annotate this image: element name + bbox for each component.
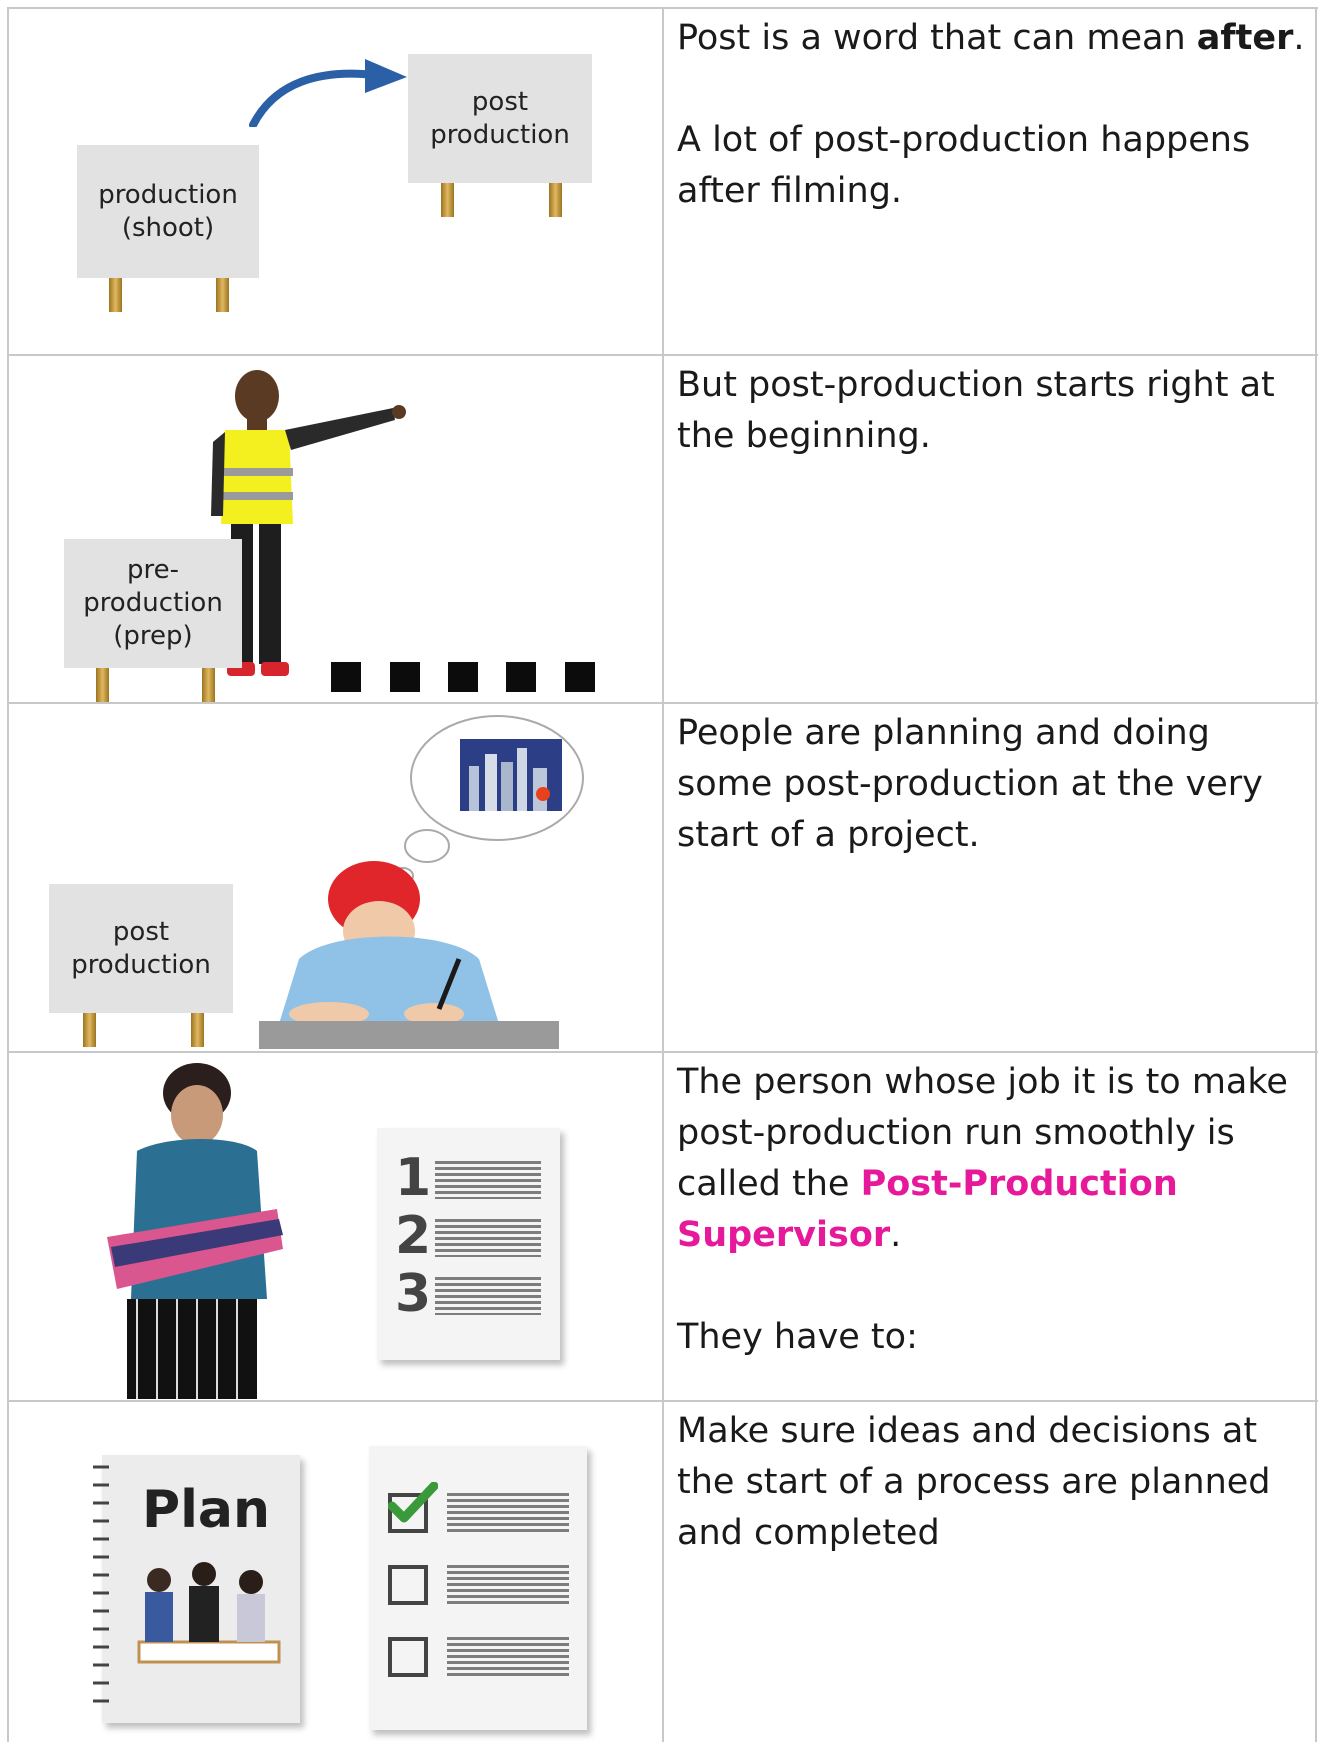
person-reading-folder-icon xyxy=(107,1063,283,1399)
paragraph: They have to: xyxy=(677,1317,918,1357)
easy-read-table: production (shoot) post production Post … xyxy=(7,7,1318,1742)
timeline-block xyxy=(448,662,478,692)
text-segment: . xyxy=(1293,18,1305,58)
sign-post xyxy=(109,278,122,312)
list-number: 3 xyxy=(395,1264,432,1324)
post-production-sign: post production xyxy=(49,884,233,1013)
spiral-binding-icon xyxy=(93,1465,109,1703)
checklist-lines xyxy=(447,1637,569,1677)
timeline-block xyxy=(506,662,536,692)
list-lines xyxy=(435,1161,541,1199)
sign-post xyxy=(191,1013,204,1047)
sign-post xyxy=(549,183,562,217)
checkbox-empty xyxy=(388,1565,428,1605)
row-text: But post-production starts right at the … xyxy=(677,360,1307,462)
sign-post xyxy=(441,183,454,217)
list-lines xyxy=(435,1277,541,1315)
list-number: 2 xyxy=(395,1206,432,1266)
pointing-worker-illustration: pre- production (prep) xyxy=(7,356,662,704)
bold-word-after: after xyxy=(1196,18,1294,58)
row-text: Post is a word that can mean after. A lo… xyxy=(677,13,1307,217)
row-text: The person whose job it is to make post-… xyxy=(677,1057,1307,1363)
text-segment: Post is a word that can mean xyxy=(677,18,1197,58)
pre-production-prep-sign: pre- production (prep) xyxy=(64,539,242,668)
supervisor-illustration: 1 2 3 xyxy=(7,1053,662,1402)
curved-arrow-icon xyxy=(249,59,407,127)
checklist-lines xyxy=(447,1565,569,1605)
planning-person-illustration: post production xyxy=(7,704,662,1053)
timeline-block xyxy=(331,662,361,692)
timeline-block xyxy=(565,662,595,692)
post-after-production-illustration: production (shoot) post production xyxy=(7,9,662,356)
checkbox-empty xyxy=(388,1637,428,1677)
plan-title: Plan xyxy=(142,1480,271,1540)
paragraph: But post-production starts right at the … xyxy=(677,365,1275,456)
sign-post xyxy=(96,668,109,702)
list-lines xyxy=(435,1219,541,1257)
checklist-lines xyxy=(447,1493,569,1533)
row-text: People are planning and doing some post-… xyxy=(677,708,1307,861)
production-shoot-sign: production (shoot) xyxy=(77,145,259,278)
person-writing-icon xyxy=(259,861,559,1049)
column-divider xyxy=(662,7,664,1742)
timeline-block xyxy=(390,662,420,692)
paragraph: People are planning and doing some post-… xyxy=(677,713,1263,855)
post-production-sign: post production xyxy=(408,54,592,183)
paragraph: Make sure ideas and decisions at the sta… xyxy=(677,1411,1271,1553)
plan-and-checklist-illustration: Plan xyxy=(7,1402,662,1744)
paragraph: A lot of post-production happens after f… xyxy=(677,120,1251,211)
team-planning-icon xyxy=(137,1562,281,1664)
green-check-icon xyxy=(388,1482,438,1523)
sign-post xyxy=(216,278,229,312)
sign-post xyxy=(202,668,215,702)
row-text: Make sure ideas and decisions at the sta… xyxy=(677,1406,1307,1559)
text-segment: . xyxy=(890,1215,902,1255)
sign-post xyxy=(83,1013,96,1047)
list-number: 1 xyxy=(395,1148,432,1208)
